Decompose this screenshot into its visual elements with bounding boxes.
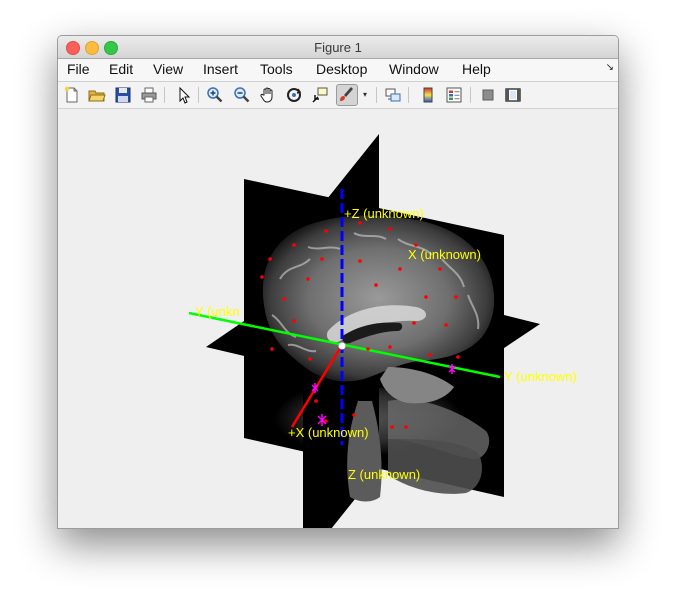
figure-window: Figure 1 File Edit View Insert Tools Des… <box>57 35 619 529</box>
electrode-marker <box>352 413 356 417</box>
y-negative-label: Y (unkn <box>195 304 240 319</box>
link-plot-icon[interactable] <box>384 86 402 104</box>
menu-window[interactable]: Window <box>389 61 439 77</box>
brush-icon[interactable] <box>336 84 358 106</box>
electrode-marker <box>324 229 328 233</box>
electrode-marker <box>374 283 378 287</box>
title-bar[interactable]: Figure 1 <box>58 36 618 59</box>
electrode-marker <box>270 347 274 351</box>
z-negative-label: Z (unknown) <box>348 467 420 482</box>
electrode-marker <box>388 345 392 349</box>
electrode-marker <box>260 275 264 279</box>
print-icon[interactable] <box>140 86 158 104</box>
axes-origin <box>338 342 346 350</box>
legend-icon[interactable] <box>445 86 463 104</box>
menu-overflow-arrow[interactable]: ↘ <box>606 62 614 73</box>
zoom-out-icon[interactable] <box>233 86 251 104</box>
toolbar-separator <box>470 87 471 103</box>
menu-file[interactable]: File <box>67 61 90 77</box>
new-figure-icon[interactable] <box>63 86 81 104</box>
electrode-marker <box>358 221 362 225</box>
menu-view[interactable]: View <box>153 61 183 77</box>
electrode-marker <box>428 353 432 357</box>
electrode-marker <box>366 347 370 351</box>
electrode-marker <box>438 267 442 271</box>
hide-plot-tools-icon[interactable] <box>479 86 497 104</box>
open-file-icon[interactable] <box>88 86 106 104</box>
save-icon[interactable] <box>114 86 132 104</box>
plot-canvas[interactable]: +Z (unknown) Z (unknown) +X (unknown) X … <box>58 109 618 528</box>
show-plot-tools-icon[interactable] <box>504 86 522 104</box>
electrode-marker <box>358 259 362 263</box>
menu-desktop[interactable]: Desktop <box>316 61 367 77</box>
figure-toolbar: ▾ <box>58 82 618 109</box>
data-cursor-icon[interactable] <box>311 86 329 104</box>
electrode-marker <box>404 425 408 429</box>
rotate-3d-icon[interactable] <box>285 86 303 104</box>
edit-plot-arrow-icon[interactable] <box>174 86 192 104</box>
toolbar-separator <box>376 87 377 103</box>
y-positive-label: Y (unknown) <box>504 369 577 384</box>
menu-help[interactable]: Help <box>462 61 491 77</box>
electrode-marker <box>388 227 392 231</box>
electrode-marker <box>308 357 312 361</box>
electrode-marker <box>456 355 460 359</box>
toolbar-separator <box>198 87 199 103</box>
menu-edit[interactable]: Edit <box>109 61 133 77</box>
electrode-marker <box>398 267 402 271</box>
axes-3d-view[interactable]: +Z (unknown) Z (unknown) +X (unknown) X … <box>58 109 618 528</box>
window-title: Figure 1 <box>314 40 362 55</box>
colorbar-icon[interactable] <box>419 86 437 104</box>
electrode-marker <box>292 243 296 247</box>
menu-tools[interactable]: Tools <box>260 61 293 77</box>
brush-dropdown-icon[interactable]: ▾ <box>363 90 367 99</box>
electrode-marker <box>320 257 324 261</box>
toolbar-separator <box>408 87 409 103</box>
electrode-marker <box>454 295 458 299</box>
electrode-marker <box>390 425 394 429</box>
zoom-in-icon[interactable] <box>206 86 224 104</box>
x-negative-label: X (unknown) <box>408 247 481 262</box>
x-positive-label: +X (unknown) <box>288 425 369 440</box>
electrode-marker <box>412 321 416 325</box>
menu-insert[interactable]: Insert <box>203 61 238 77</box>
z-positive-label: +Z (unknown) <box>344 206 424 221</box>
electrode-marker <box>424 295 428 299</box>
electrode-marker <box>444 323 448 327</box>
electrode-marker <box>292 319 296 323</box>
electrode-marker <box>306 277 310 281</box>
electrode-marker <box>282 297 286 301</box>
pan-hand-icon[interactable] <box>259 86 277 104</box>
toolbar-separator <box>164 87 165 103</box>
electrode-marker <box>314 399 318 403</box>
menu-bar: File Edit View Insert Tools Desktop Wind… <box>58 59 618 82</box>
electrode-marker <box>268 257 272 261</box>
